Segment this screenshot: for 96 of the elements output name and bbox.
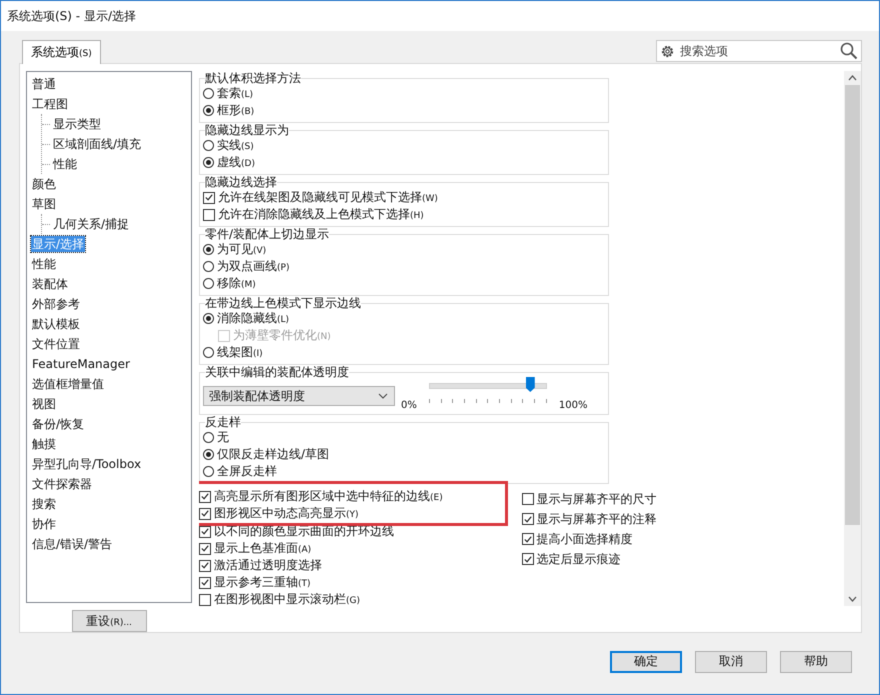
group-title: 隐藏边线选择: [205, 175, 277, 189]
option-label: 全屏反走样: [217, 463, 277, 480]
window-title: 系统选项(S) - 显示/选择: [7, 8, 136, 24]
scrollbar[interactable]: [844, 71, 861, 606]
option-label: 无: [217, 429, 229, 446]
group-title: 在带边线上色模式下显示边线: [205, 296, 361, 310]
option-label: 选定后显示痕迹: [536, 550, 620, 568]
option-label: 高亮显示所有图形区域中选中特征的边线(E): [214, 488, 443, 505]
option-label: 虚线(D): [217, 154, 255, 171]
option-label: 显示上色基准面(A): [214, 540, 312, 557]
option-label: 提高小面选择精度: [536, 530, 632, 548]
radio-button[interactable]: [203, 157, 214, 168]
tree-item[interactable]: 选值框增量值: [31, 376, 105, 392]
option-label: 允许在线架图及隐藏线可见模式下选择(W): [218, 189, 438, 206]
option-label: 实线(S): [217, 137, 254, 154]
option-label: 图形视区中动态高亮显示(Y): [214, 505, 359, 522]
max-label: 100%: [558, 400, 588, 411]
radio-button[interactable]: [203, 313, 214, 324]
min-label: 0%: [401, 400, 417, 411]
group-title: 隐藏边线显示为: [205, 123, 289, 137]
dialog-button[interactable]: 确定: [610, 650, 682, 672]
search-field[interactable]: 搜索选项: [678, 43, 837, 59]
tab[interactable]: 系统选项(S): [22, 40, 101, 64]
radio-button[interactable]: [203, 140, 214, 151]
checkbox[interactable]: [203, 192, 215, 204]
tree-item[interactable]: 普通: [31, 76, 57, 92]
checkbox[interactable]: [522, 533, 534, 545]
tree-item[interactable]: 几何关系/捕捉: [52, 216, 130, 232]
tree-item[interactable]: 草图: [31, 196, 57, 212]
option-label: 套索(L): [217, 85, 254, 102]
tree-item[interactable]: 触摸: [31, 436, 57, 452]
option-label: 移除(M): [217, 275, 256, 292]
tree-item[interactable]: 文件位置: [31, 336, 81, 352]
checkbox[interactable]: [199, 576, 211, 588]
gear-icon: [660, 44, 675, 58]
radio-button[interactable]: [203, 347, 214, 358]
chevron-icon: [378, 393, 388, 399]
checkbox[interactable]: [199, 508, 211, 520]
option-label: 线架图(I): [217, 344, 263, 361]
tree-item[interactable]: 默认模板: [31, 316, 81, 332]
radio-button[interactable]: [203, 261, 214, 272]
radio-button[interactable]: [203, 244, 214, 255]
group-title: 默认体积选择方法: [205, 71, 301, 85]
tree-item[interactable]: 视图: [31, 396, 57, 412]
option-label: 显示与屏幕齐平的注释: [536, 510, 656, 528]
option-label: 激活通过透明度选择: [214, 557, 322, 574]
tree-item[interactable]: 颜色: [31, 176, 57, 192]
radio-button[interactable]: [203, 466, 214, 477]
radio-button[interactable]: [203, 432, 214, 443]
tree-item[interactable]: FeatureManager: [31, 356, 131, 372]
radio-button[interactable]: [203, 88, 214, 99]
option-label: 消除隐藏线(L): [217, 310, 290, 327]
checkbox[interactable]: [203, 208, 215, 220]
option-label: 框形(B): [217, 102, 254, 119]
radio-button[interactable]: [203, 449, 214, 460]
checkbox[interactable]: [522, 553, 534, 565]
tree-item[interactable]: 异型孔向导/Toolbox: [31, 456, 142, 472]
tree-item[interactable]: 外部参考: [31, 296, 81, 312]
dialog-button[interactable]: 帮助: [780, 650, 852, 672]
option-label: 显示与屏幕齐平的尺寸: [536, 490, 656, 508]
tree-item[interactable]: 显示类型: [52, 116, 102, 132]
tree-item[interactable]: 备份/恢复: [31, 416, 86, 432]
option-label: 为双点画线(P): [217, 258, 290, 275]
tree-item[interactable]: 协作: [31, 516, 57, 532]
option-label: 为薄壁零件优化(N): [233, 327, 331, 344]
option-label: 仅限反走样边线/草图: [217, 446, 330, 463]
radio-button[interactable]: [203, 105, 214, 116]
checkbox[interactable]: [199, 526, 211, 538]
dialog-button[interactable]: 取消: [695, 650, 767, 672]
transparency-dropdown[interactable]: 强制装配体透明度: [203, 386, 395, 406]
tree-item[interactable]: 区域剖面线/填充: [52, 136, 142, 152]
option-label: 显示参考三重轴(T): [214, 574, 311, 591]
option-label: 在图形视图中显示滚动栏(G): [214, 591, 360, 606]
tree-item[interactable]: 性能: [52, 156, 78, 172]
checkbox[interactable]: [522, 493, 534, 505]
radio-button[interactable]: [203, 278, 214, 289]
reset-button[interactable]: 重设(R)...: [72, 610, 146, 632]
tree-item[interactable]: 装配体: [31, 276, 69, 292]
checkbox[interactable]: [199, 490, 211, 502]
tree-item[interactable]: 性能: [31, 256, 57, 272]
tree-item[interactable]: 搜索: [31, 496, 57, 512]
checkbox[interactable]: [199, 542, 211, 554]
tree-item[interactable]: 信息/错误/警告: [31, 536, 114, 552]
checkbox[interactable]: [522, 513, 534, 525]
group-title: 零件/装配体上切边显示: [205, 227, 330, 241]
search-icon[interactable]: [840, 42, 858, 60]
checkbox[interactable]: [199, 560, 211, 572]
group-title: 关联中编辑的装配体透明度: [205, 365, 349, 379]
group-title: 反走样: [205, 415, 241, 429]
tree-item[interactable]: 工程图: [31, 96, 69, 112]
tree-item[interactable]: 文件探索器: [31, 476, 93, 492]
option-label: 允许在消除隐藏线及上色模式下选择(H): [218, 206, 424, 223]
checkbox[interactable]: [199, 594, 211, 606]
option-label: 为可见(V): [217, 241, 266, 258]
slider-thumb[interactable]: [526, 377, 535, 392]
search-bar[interactable]: 搜索选项: [656, 40, 862, 62]
